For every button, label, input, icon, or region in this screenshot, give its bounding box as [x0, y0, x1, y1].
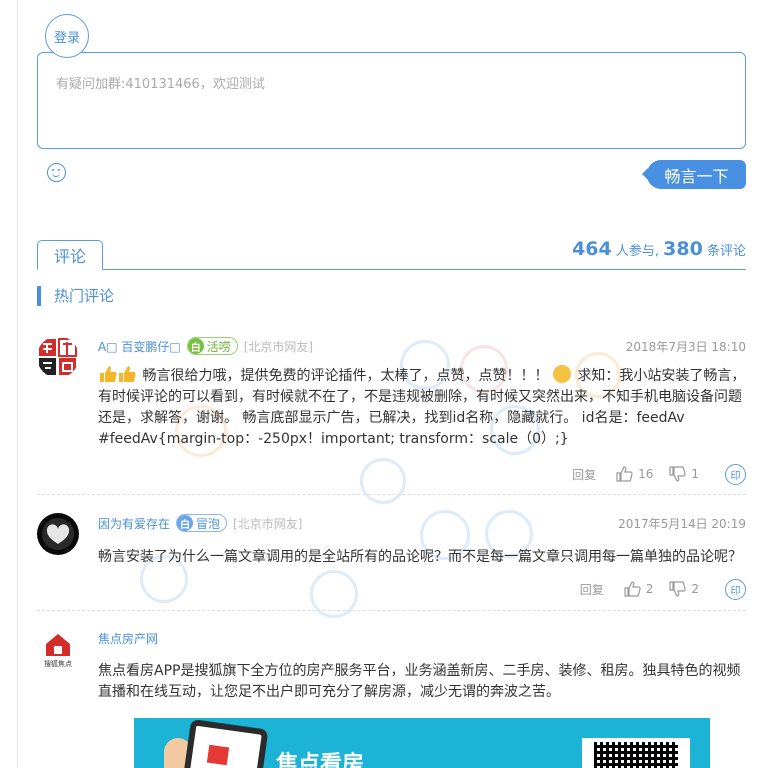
- ad-avatar[interactable]: 搜狐焦点: [37, 628, 79, 670]
- thumb-down-icon: [669, 581, 687, 597]
- reply-button[interactable]: 回复: [580, 581, 604, 598]
- comment-input[interactable]: [38, 53, 745, 148]
- house-icon: [206, 744, 230, 766]
- like-count: 16: [638, 467, 654, 481]
- ad-banner[interactable]: 焦点看房: [134, 718, 710, 768]
- like-count: 2: [645, 582, 654, 596]
- comment-time: 2018年7月3日 18:10: [625, 340, 746, 354]
- username[interactable]: A□ 百变鹏仔□: [98, 338, 181, 355]
- comment-meta: 因为有爱存在 白 冒泡 [北京市网友]: [98, 513, 302, 533]
- dislike-button[interactable]: 1: [669, 466, 699, 482]
- participant-count: 464: [572, 238, 612, 260]
- thumb-up-icon: [624, 581, 641, 597]
- thumbs-up-emoji-icon: [98, 366, 142, 384]
- submit-comment-button[interactable]: 畅言一下: [642, 160, 746, 189]
- tab-comments[interactable]: 评论: [37, 240, 103, 270]
- comment-tabbar: 评论 464 人参与, 380 条评论: [37, 238, 746, 270]
- user-badge: 白 冒泡: [176, 514, 228, 532]
- like-button[interactable]: 2: [624, 581, 654, 597]
- thumb-down-icon: [669, 466, 687, 482]
- avatar[interactable]: [37, 336, 79, 378]
- user-location: [北京市网友]: [243, 339, 314, 354]
- username[interactable]: 因为有爱存在: [98, 515, 170, 532]
- comment-divider: [37, 610, 746, 611]
- left-border: [17, 0, 18, 768]
- ad-text: 焦点看房APP是搜狐旗下全方位的房产服务平台，业务涵盖新房、二手房、装修、租房。…: [98, 663, 741, 700]
- participant-label: 人参与,: [615, 244, 660, 259]
- comment-item: 因为有爱存在 白 冒泡 [北京市网友] 2017年5月14日 20:19 畅言安…: [37, 513, 746, 609]
- share-icon[interactable]: 印: [725, 463, 746, 485]
- login-button[interactable]: 登录: [45, 14, 89, 58]
- house-logo-icon: 搜狐焦点: [37, 628, 79, 670]
- dislike-count: 1: [691, 467, 699, 481]
- comment-box: [37, 52, 746, 149]
- qr-code-icon[interactable]: [582, 738, 690, 768]
- reply-button[interactable]: 回复: [572, 466, 596, 483]
- ad-meta: 焦点房产网: [98, 628, 158, 648]
- badge-icon: 白: [187, 338, 204, 354]
- avatar[interactable]: [37, 513, 79, 555]
- comment-meta: A□ 百变鹏仔□ 白 活唠 [北京市网友]: [98, 336, 313, 356]
- ad-banner-title: 焦点看房: [276, 752, 365, 768]
- ad-avatar-text: 搜狐焦点: [44, 659, 72, 668]
- user-badge: 白 活唠: [186, 337, 238, 355]
- dislike-count: 2: [691, 582, 699, 596]
- comment-text: 畅言很给力哦，提供免费的评论插件，太棒了，点赞，点赞！！！ 求知：我小站安装了畅…: [98, 365, 746, 450]
- comment-actions: 回复 16 1 印: [572, 463, 746, 485]
- comment-item: A□ 百变鹏仔□ 白 活唠 [北京市网友] 2018年7月3日 18:10 畅言…: [37, 336, 746, 486]
- ad-source[interactable]: 焦点房产网: [98, 630, 158, 647]
- comment-divider: [37, 494, 746, 495]
- hot-comments-title: 热门评论: [37, 286, 114, 306]
- badge-icon: 白: [177, 515, 194, 531]
- like-button[interactable]: 16: [616, 466, 653, 482]
- comment-count-label: 条评论: [706, 244, 746, 259]
- dislike-button[interactable]: 2: [669, 581, 699, 597]
- emoji-icon[interactable]: [47, 163, 66, 182]
- comment-time: 2017年5月14日 20:19: [618, 517, 746, 531]
- user-location: [北京市网友]: [233, 516, 303, 531]
- badge-label: 冒泡: [196, 516, 221, 531]
- comment-count: 380: [663, 238, 703, 260]
- badge-label: 活唠: [206, 339, 231, 354]
- comment-actions: 回复 2 2 印: [580, 578, 746, 600]
- ad-item: 搜狐焦点 焦点房产网 焦点看房APP是搜狐旗下全方位的房产服务平台，业务涵盖新房…: [37, 628, 746, 718]
- comment-text: 畅言安装了为什么一篇文章调用的是全站所有的品论呢？而不是每一篇文章只调用每一篇单…: [98, 549, 742, 565]
- share-icon[interactable]: 印: [725, 578, 746, 600]
- thinking-emoji-icon: [552, 365, 571, 383]
- comment-stats: 464 人参与, 380 条评论: [572, 238, 746, 260]
- comment-text-part: 畅言很给力哦，提供免费的评论插件，太棒了，点赞，点赞！！！: [142, 368, 549, 384]
- thumb-up-icon: [616, 466, 633, 482]
